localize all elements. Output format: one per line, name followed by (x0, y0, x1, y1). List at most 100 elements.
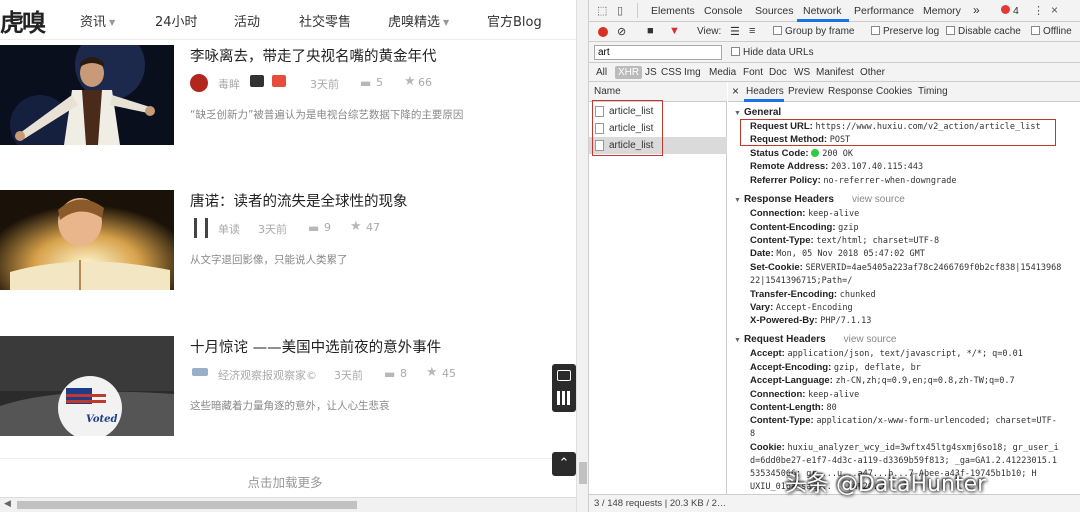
request-headers-section-header[interactable]: ▼ Request Headers view source (734, 334, 896, 345)
header-row: d=6dd0be27-e1f7-4d3c-a119-d3369b59f813; … (750, 456, 1058, 466)
article-title[interactable]: 十月惊诧 ——美国中选前夜的意外事件 (190, 336, 441, 357)
header-row: Connection: keep-alive (750, 389, 860, 400)
screenshot-icon[interactable]: ■ (647, 25, 654, 37)
tab-timing[interactable]: Timing (918, 86, 948, 97)
comment-icon[interactable] (557, 370, 571, 381)
tab-memory[interactable]: Memory (923, 5, 961, 17)
tab-response[interactable]: Response (828, 86, 873, 97)
inspect-icon[interactable]: ⬚ (597, 4, 607, 17)
article-card[interactable]: 唐诺：读者的流失是全球性的现象 单读 3天前 ▬ 9 ★ 47 从文字退回影像，… (0, 190, 570, 290)
type-all[interactable]: All (593, 66, 610, 79)
author-avatar[interactable] (190, 74, 208, 92)
more-tabs-icon[interactable]: » (973, 3, 980, 17)
type-media[interactable]: Media (706, 66, 739, 79)
group-by-frame-checkbox[interactable]: Group by frame (773, 26, 854, 37)
article-title[interactable]: 唐诺：读者的流失是全球性的现象 (190, 190, 408, 211)
type-doc[interactable]: Doc (766, 66, 790, 79)
devtools-panel: ⬚ ▯ Elements Console Sources Network Per… (588, 0, 1080, 512)
disable-cache-checkbox[interactable]: Disable cache (946, 26, 1021, 37)
tab-performance[interactable]: Performance (854, 5, 914, 17)
type-font[interactable]: Font (740, 66, 766, 79)
article-title[interactable]: 李咏离去，带走了央视名嘴的黄金年代 (190, 45, 437, 66)
nav-item-24h[interactable]: 24小时 (155, 11, 198, 30)
view-label: View: (697, 26, 722, 37)
type-manifest[interactable]: Manifest (813, 66, 857, 79)
star-icon[interactable]: ★ (350, 219, 362, 234)
nav-item-featured[interactable]: 虎嗅精选 ▼ (388, 11, 449, 30)
view-source-link[interactable]: view source (844, 334, 897, 345)
filter-icon[interactable]: ▼ (669, 25, 680, 37)
record-icon[interactable] (598, 27, 608, 37)
close-icon[interactable]: × (1051, 3, 1058, 17)
article-author[interactable]: 单读 (218, 221, 240, 237)
response-headers-section-header[interactable]: ▼ Response Headers view source (734, 194, 905, 205)
site-logo[interactable]: 虎嗅 (0, 3, 46, 38)
tab-sources[interactable]: Sources (755, 5, 794, 17)
nav-item-blog[interactable]: 官方Blog (487, 11, 542, 30)
header-row: X-Powered-By: PHP/7.1.13 (750, 315, 872, 326)
article-card[interactable]: Voted 十月惊诧 ——美国中选前夜的意外事件 经济观察报观察家© 3天前 ▬… (0, 336, 570, 436)
article-thumbnail[interactable] (0, 190, 174, 290)
checkbox-icon[interactable] (731, 47, 740, 56)
article-thumbnail[interactable] (0, 45, 174, 145)
author-avatar[interactable] (192, 368, 208, 376)
close-icon[interactable]: × (732, 84, 739, 98)
view-source-link[interactable]: view source (852, 194, 905, 205)
comment-icon: ▬ (360, 76, 372, 90)
back-to-top-icon[interactable]: ⌃ (552, 452, 576, 476)
tab-preview[interactable]: Preview (788, 86, 824, 97)
filter-input[interactable] (594, 45, 722, 60)
device-toggle-icon[interactable]: ▯ (617, 4, 623, 17)
divider (637, 3, 638, 18)
tab-console[interactable]: Console (704, 5, 743, 17)
general-section-header[interactable]: ▼ General (734, 107, 781, 118)
star-icon[interactable]: ★ (426, 365, 438, 380)
type-other[interactable]: Other (857, 66, 888, 79)
checkbox-icon[interactable] (871, 26, 880, 35)
article-time: 3天前 (334, 369, 363, 382)
scroll-left-icon[interactable]: ◀ (4, 499, 11, 509)
waterfall-view-icon[interactable]: ≡ (749, 25, 755, 37)
scrollbar-thumb[interactable] (579, 462, 587, 484)
article-author[interactable]: 毒眸 (218, 76, 240, 92)
checkbox-icon[interactable] (1031, 26, 1040, 35)
checkbox-icon[interactable] (773, 26, 782, 35)
type-img[interactable]: Img (681, 66, 704, 79)
active-tab-indicator (744, 99, 784, 102)
vertical-scrollbar[interactable] (576, 0, 588, 512)
tab-headers[interactable]: Headers (746, 86, 784, 97)
qr-code-icon[interactable] (557, 391, 571, 405)
nav-item-news[interactable]: 资讯 ▼ (80, 11, 115, 30)
list-view-icon[interactable]: ☰ (730, 25, 740, 38)
header-row: Content-Encoding: gzip (750, 222, 859, 233)
type-xhr[interactable]: XHR (615, 66, 643, 79)
article-time: 3天前 (310, 78, 339, 91)
scrollbar-thumb[interactable] (17, 501, 357, 509)
offline-checkbox[interactable]: Offline (1031, 26, 1072, 37)
settings-menu-icon[interactable]: ⋮ (1033, 4, 1044, 17)
chevron-down-icon: ▼ (109, 18, 116, 27)
author-avatar[interactable] (194, 218, 208, 238)
checkbox-icon[interactable] (946, 26, 955, 35)
name-column-header[interactable]: Name (589, 82, 727, 102)
article-author[interactable]: 经济观察报观察家© (218, 367, 317, 383)
like-count: 47 (366, 221, 380, 234)
star-icon[interactable]: ★ (404, 74, 416, 89)
vote-sticker-text: Voted (86, 414, 118, 425)
horizontal-scrollbar[interactable]: ◀ (0, 497, 576, 512)
request-list: Name article_list article_list article_l… (589, 82, 727, 494)
tab-cookies[interactable]: Cookies (876, 86, 912, 97)
header-row: Referrer Policy: no-referrer-when-downgr… (750, 175, 957, 186)
nav-item-events[interactable]: 活动 (234, 11, 260, 30)
tab-elements[interactable]: Elements (651, 5, 695, 17)
nav-item-social-retail[interactable]: 社交零售 (299, 11, 351, 30)
article-thumbnail[interactable]: Voted (0, 336, 174, 436)
error-count[interactable]: 4 (1013, 5, 1019, 17)
tab-network[interactable]: Network (803, 5, 842, 17)
error-icon[interactable] (1001, 5, 1010, 14)
article-card[interactable]: 李咏离去，带走了央视名嘴的黄金年代 毒眸 3天前 ▬ 5 ★ 66 “缺乏创新力… (0, 45, 570, 145)
clear-icon[interactable]: ⊘ (617, 25, 626, 38)
hide-data-urls-checkbox[interactable]: Hide data URLs (731, 47, 814, 58)
preserve-log-checkbox[interactable]: Preserve log (871, 26, 939, 37)
type-ws[interactable]: WS (791, 66, 813, 79)
